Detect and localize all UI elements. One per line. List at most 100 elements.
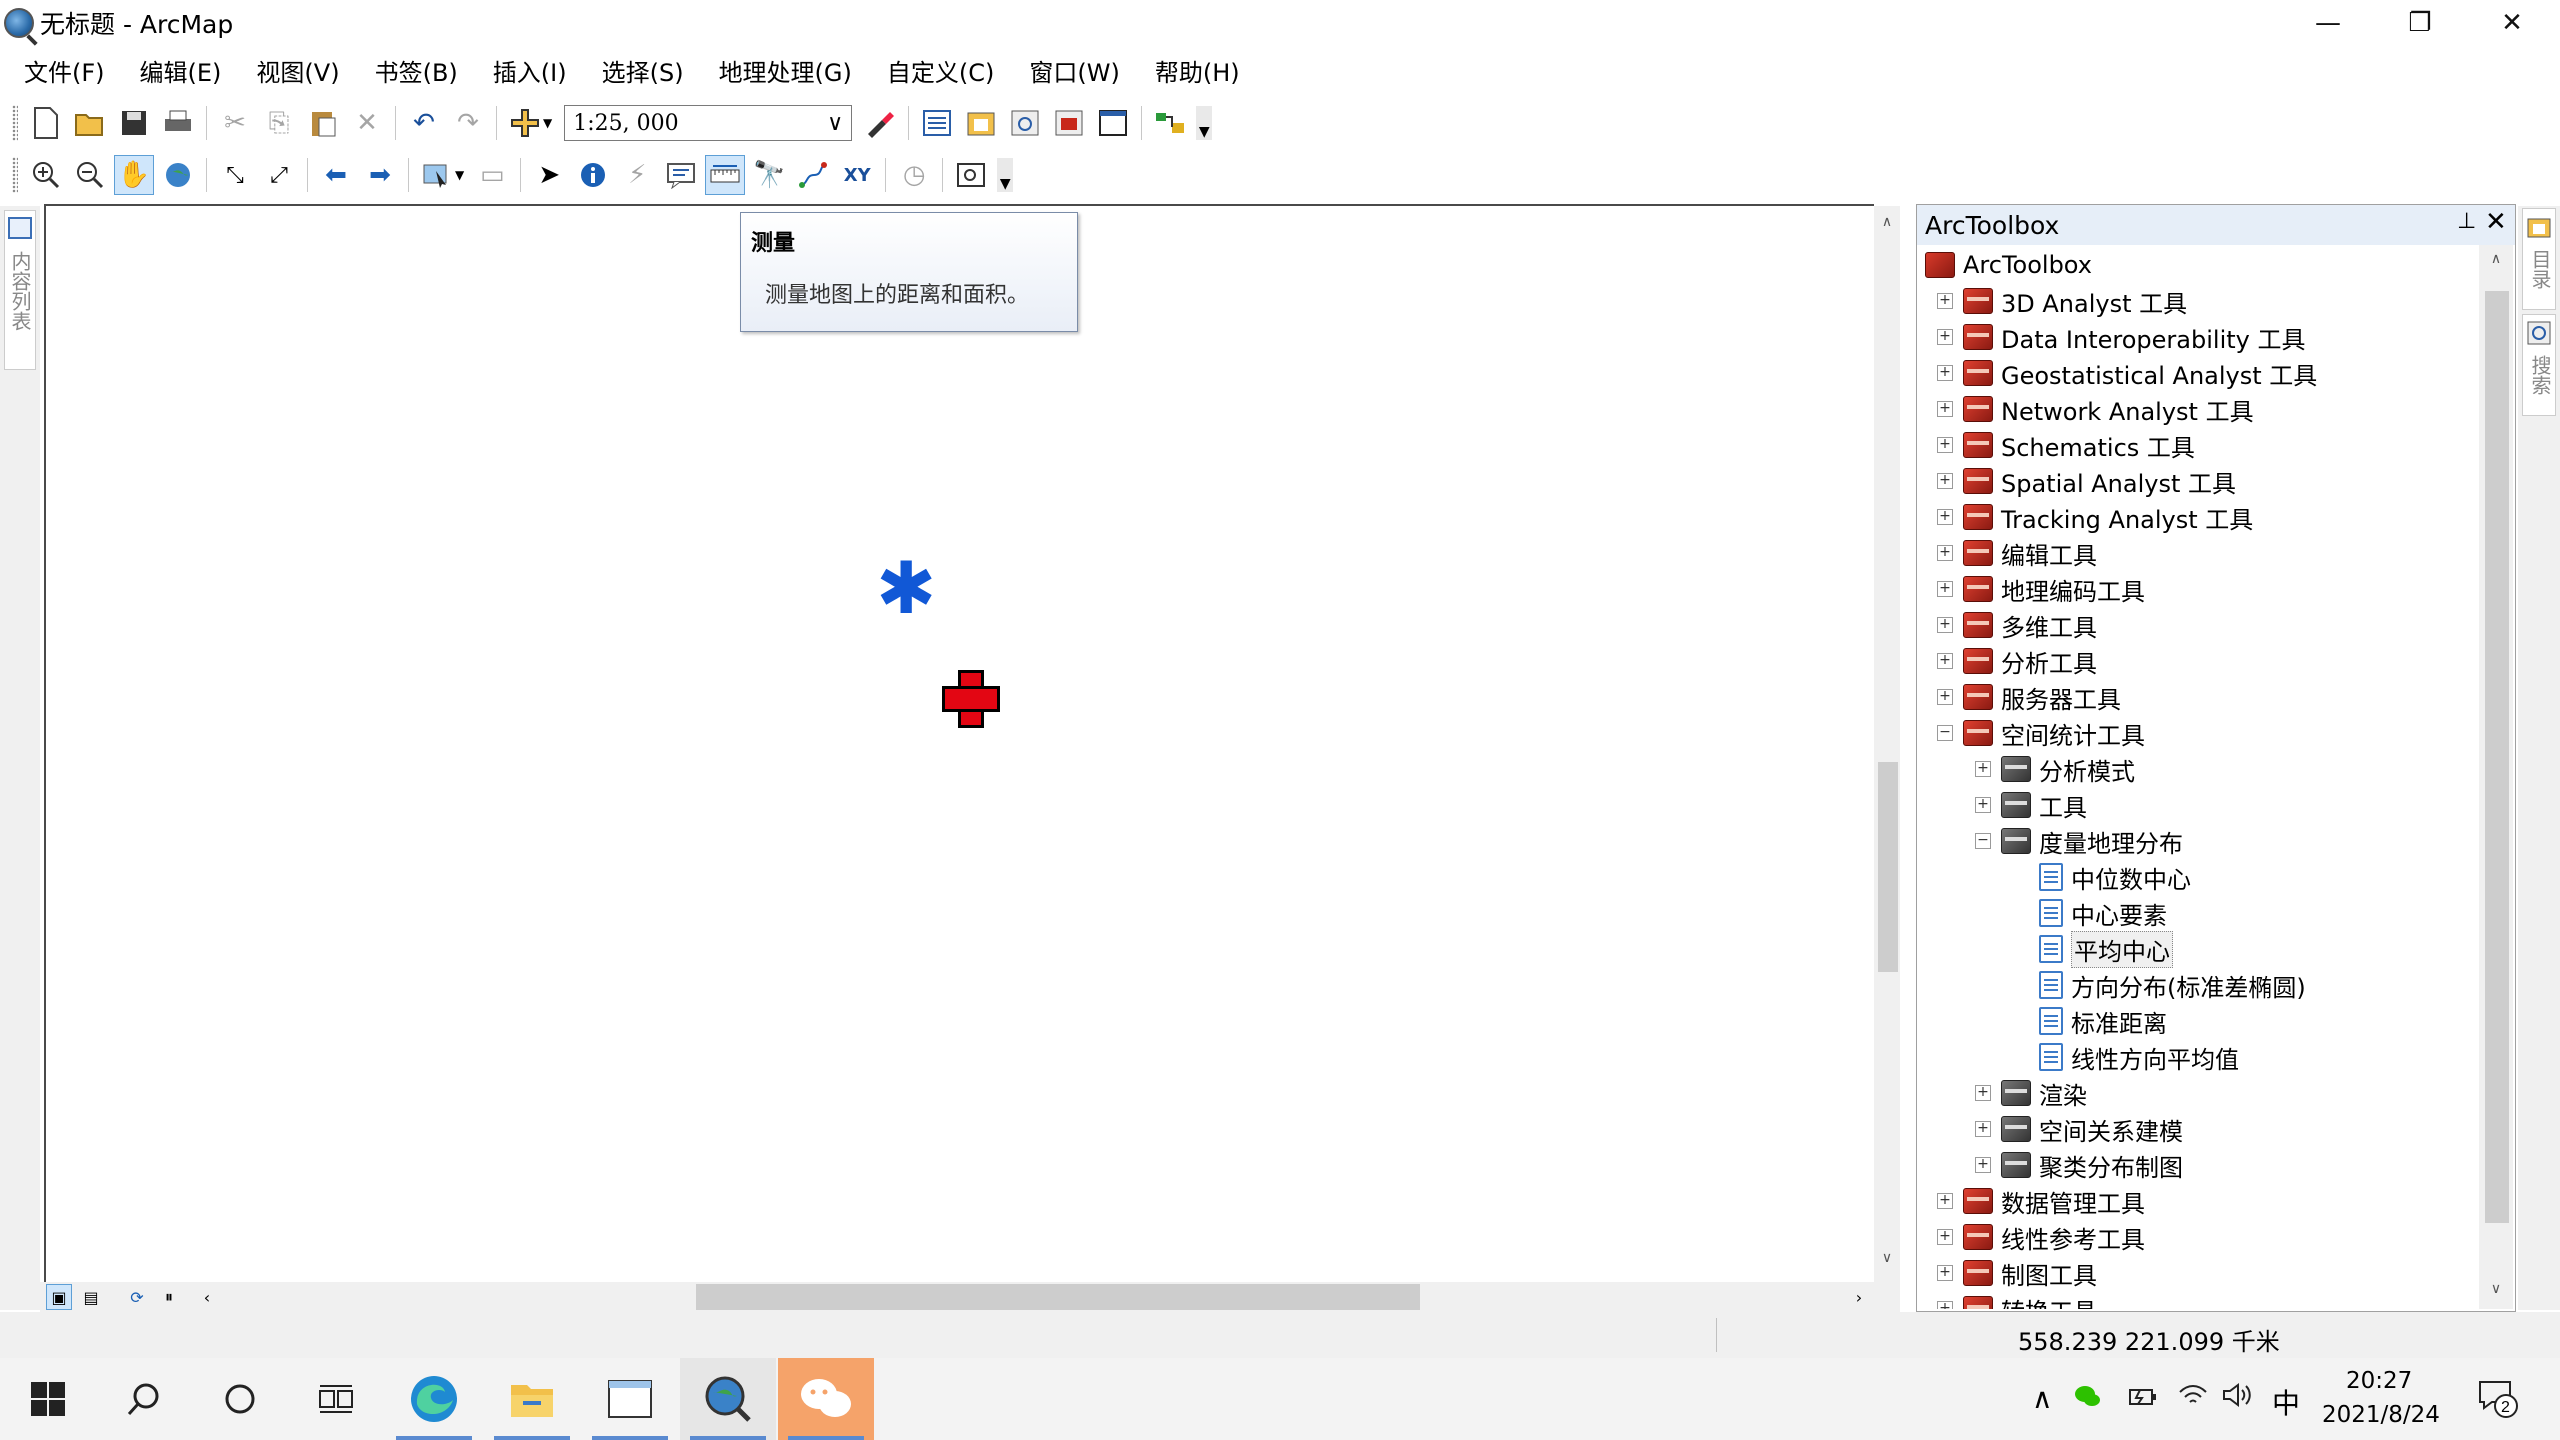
expand-icon[interactable]: +	[1937, 509, 1953, 525]
expand-icon[interactable]: +	[1937, 365, 1953, 381]
copy-icon[interactable]: ⎘	[259, 103, 299, 143]
tray-expand-icon[interactable]: ∧	[2032, 1382, 2053, 1415]
expand-icon[interactable]: +	[1937, 293, 1953, 309]
expand-icon[interactable]: +	[1937, 617, 1953, 633]
cut-icon[interactable]: ✂	[215, 103, 255, 143]
time-slider-icon[interactable]: ◷	[894, 155, 934, 195]
tool-item-selected[interactable]: 平均中心	[2039, 930, 2173, 968]
menu-insert[interactable]: 插入(I)	[475, 52, 584, 94]
save-icon[interactable]	[114, 103, 154, 143]
fixed-zoom-in-icon[interactable]: ⤡	[215, 155, 255, 195]
paste-icon[interactable]	[303, 103, 343, 143]
menu-bookmarks[interactable]: 书签(B)	[357, 52, 475, 94]
volume-icon[interactable]	[2222, 1382, 2252, 1415]
map-display[interactable]: ✱	[44, 204, 1874, 1282]
toolbar-grip[interactable]	[12, 157, 18, 193]
expand-icon[interactable]: +	[1937, 1193, 1953, 1209]
editor-toolbar-icon[interactable]	[860, 103, 900, 143]
html-popup-icon[interactable]	[661, 155, 701, 195]
find-binoculars-icon[interactable]: 🔭	[749, 155, 789, 195]
catalog-window-icon[interactable]	[961, 103, 1001, 143]
expand-icon[interactable]: +	[1937, 1229, 1953, 1245]
menu-view[interactable]: 视图(V)	[238, 52, 356, 94]
menu-file[interactable]: 文件(F)	[0, 52, 122, 94]
python-window-icon[interactable]	[1093, 103, 1133, 143]
search-window-icon[interactable]	[1005, 103, 1045, 143]
toolset-item-measuring-distributions[interactable]: − 度量地理分布	[1975, 823, 2183, 859]
wechat-icon[interactable]	[778, 1358, 874, 1440]
pan-hand-icon[interactable]: ✋	[114, 155, 154, 195]
toolbar-overflow-icon[interactable]: ▼	[997, 158, 1014, 192]
minimize-button[interactable]: —	[2282, 0, 2374, 46]
toolset-item[interactable]: + 渲染	[1975, 1075, 2087, 1111]
tool-item[interactable]: 线性方向平均值	[2039, 1039, 2239, 1075]
toolbox-item[interactable]: + Tracking Analyst 工具	[1937, 499, 2253, 535]
file-explorer-icon[interactable]	[484, 1358, 580, 1440]
toolbox-item-spatial-statistics[interactable]: − 空间统计工具	[1937, 715, 2145, 751]
pin-icon[interactable]: ⊥	[2457, 209, 2476, 234]
data-view-icon[interactable]: ▣	[46, 1284, 72, 1310]
expand-icon[interactable]: +	[1975, 797, 1991, 813]
toolbox-item[interactable]: + Schematics 工具	[1937, 427, 2195, 463]
toolbox-item[interactable]: + 线性参考工具	[1937, 1219, 2145, 1255]
expand-icon[interactable]: +	[1937, 689, 1953, 705]
create-viewer-window-icon[interactable]	[951, 155, 991, 195]
arctoolbox-scroll-thumb[interactable]	[2485, 291, 2509, 1223]
expand-icon[interactable]: +	[1937, 545, 1953, 561]
select-elements-arrow-icon[interactable]: ➤	[529, 155, 569, 195]
open-folder-icon[interactable]	[70, 103, 110, 143]
map-scale-combobox[interactable]: 1:25, 000 ∨	[564, 105, 853, 141]
toolbar-overflow-icon[interactable]: ▼	[1196, 106, 1213, 140]
collapse-icon[interactable]: −	[1937, 725, 1953, 741]
delete-icon[interactable]: ✕	[347, 103, 387, 143]
expand-icon[interactable]: +	[1937, 1301, 1953, 1309]
redo-icon[interactable]: ↷	[448, 103, 488, 143]
battery-icon[interactable]	[2128, 1382, 2158, 1415]
toolbox-item[interactable]: + Spatial Analyst 工具	[1937, 463, 2236, 499]
toolset-item[interactable]: + 工具	[1975, 787, 2087, 823]
window-app-icon[interactable]	[582, 1358, 678, 1440]
tool-item[interactable]: 方向分布(标准差椭圆)	[2039, 967, 2306, 1003]
toolbox-item[interactable]: + Network Analyst 工具	[1937, 391, 2254, 427]
scroll-left-arrow-icon[interactable]: ‹	[194, 1284, 220, 1310]
expand-icon[interactable]: +	[1937, 329, 1953, 345]
toolbox-item[interactable]: + 制图工具	[1937, 1255, 2097, 1291]
expand-icon[interactable]: +	[1937, 581, 1953, 597]
expand-icon[interactable]: +	[1937, 473, 1953, 489]
go-back-arrow-icon[interactable]: ⬅	[316, 155, 356, 195]
arcmap-taskbar-icon[interactable]	[680, 1358, 776, 1440]
toolset-item[interactable]: + 空间关系建模	[1975, 1111, 2183, 1147]
toolbox-item[interactable]: + 编辑工具	[1937, 535, 2097, 571]
select-features-icon[interactable]	[417, 155, 457, 195]
go-forward-arrow-icon[interactable]: ➡	[360, 155, 400, 195]
identify-info-icon[interactable]	[573, 155, 613, 195]
close-panel-icon[interactable]: ✕	[2485, 207, 2507, 237]
expand-icon[interactable]: +	[1975, 1157, 1991, 1173]
undo-icon[interactable]: ↶	[404, 103, 444, 143]
expand-icon[interactable]: +	[1937, 437, 1953, 453]
expand-icon[interactable]: +	[1975, 1121, 1991, 1137]
wechat-tray-icon[interactable]	[2074, 1382, 2100, 1415]
full-extent-globe-icon[interactable]	[158, 155, 198, 195]
expand-icon[interactable]: +	[1975, 1085, 1991, 1101]
clear-selection-icon[interactable]: ▭	[472, 155, 512, 195]
scroll-down-arrow-icon[interactable]: ∨	[2479, 1281, 2513, 1297]
toolbox-item[interactable]: + 数据管理工具	[1937, 1183, 2145, 1219]
ime-indicator[interactable]: 中	[2272, 1382, 2300, 1422]
pause-drawing-icon[interactable]: ⏸	[156, 1284, 182, 1310]
scroll-down-arrow-icon[interactable]: ∨	[1874, 1250, 1900, 1266]
chevron-down-icon[interactable]: ∨	[827, 111, 843, 136]
toolbox-item[interactable]: + 多维工具	[1937, 607, 2097, 643]
refresh-icon[interactable]: ⟳	[124, 1284, 150, 1310]
zoom-in-icon[interactable]	[26, 155, 66, 195]
table-of-contents-icon[interactable]	[917, 103, 957, 143]
menu-customize[interactable]: 自定义(C)	[869, 52, 1011, 94]
arctoolbox-vertical-scrollbar[interactable]: ∧ ∨	[2479, 245, 2513, 1309]
expand-icon[interactable]: +	[1937, 401, 1953, 417]
close-window-button[interactable]: ✕	[2466, 0, 2558, 46]
notification-center-icon[interactable]: 2	[2478, 1378, 2518, 1425]
scroll-up-arrow-icon[interactable]: ∧	[2479, 251, 2513, 267]
toolbox-item[interactable]: + 分析工具	[1937, 643, 2097, 679]
toolset-item[interactable]: + 聚类分布制图	[1975, 1147, 2183, 1183]
select-features-dropdown-icon[interactable]: ▼	[455, 168, 464, 182]
